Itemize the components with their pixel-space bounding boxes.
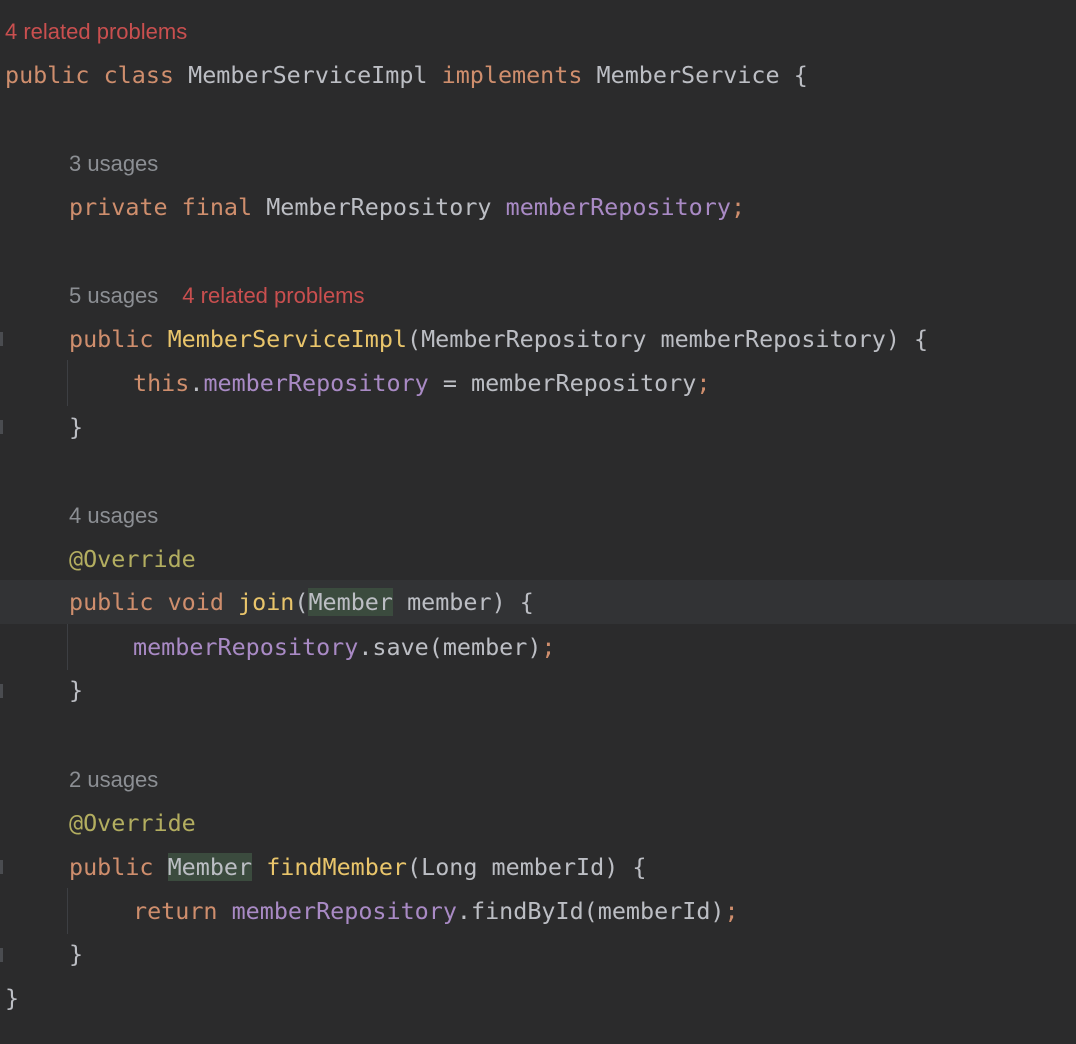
- code-line-close-brace[interactable]: }: [0, 932, 1076, 976]
- keyword-public: public: [69, 325, 154, 353]
- code-line-annotation[interactable]: @Override: [0, 801, 1076, 845]
- code-line-find-body[interactable]: return memberRepository.findById(memberI…: [0, 889, 1076, 933]
- ctor-inlay-hints: 5 usages 4 related problems: [0, 274, 1076, 318]
- field-reference: memberRepository: [203, 369, 429, 397]
- param-name: memberRepository: [660, 325, 886, 353]
- param-name: member: [407, 588, 492, 616]
- code-line-annotation[interactable]: @Override: [0, 537, 1076, 581]
- method-call: .save(member): [358, 633, 542, 661]
- code-line-class-close[interactable]: }: [0, 976, 1076, 1020]
- method-call: .findById(memberId): [456, 897, 725, 925]
- override-annotation: @Override: [69, 809, 196, 837]
- close-paren: ): [885, 325, 900, 353]
- field-reference: memberRepository: [231, 897, 457, 925]
- param-type: Long: [421, 853, 478, 881]
- open-brace: {: [914, 325, 929, 353]
- close-paren: ): [604, 853, 619, 881]
- semicolon: ;: [696, 369, 711, 397]
- semicolon: ;: [541, 633, 556, 661]
- field-type: MemberRepository: [266, 193, 492, 221]
- class-name: MemberServiceImpl: [188, 61, 428, 89]
- keyword-this: this: [133, 369, 190, 397]
- field-reference: memberRepository: [133, 633, 359, 661]
- class-inlay-hints: 4 related problems: [0, 10, 1076, 54]
- open-paren: (: [407, 853, 422, 881]
- method-name: join: [238, 588, 295, 616]
- interface-name: MemberService: [596, 61, 780, 89]
- keyword-private: private: [69, 193, 168, 221]
- field-name: memberRepository: [505, 193, 731, 221]
- open-paren: (: [294, 588, 309, 616]
- code-line-close-brace[interactable]: }: [0, 405, 1076, 449]
- code-line-join-declaration[interactable]: public void join(Member member) {: [0, 580, 1076, 624]
- param-type: MemberRepository: [421, 325, 647, 353]
- close-brace: }: [69, 676, 84, 704]
- usages-link[interactable]: 2 usages: [69, 767, 158, 792]
- semicolon: ;: [730, 193, 746, 221]
- code-editor[interactable]: 4 related problems public class MemberSe…: [0, 0, 1076, 1044]
- field-inlay-hints: 3 usages: [0, 142, 1076, 186]
- usages-link[interactable]: 3 usages: [69, 151, 158, 176]
- related-problems-link[interactable]: 4 related problems: [182, 283, 364, 308]
- keyword-return: return: [133, 897, 218, 925]
- param-reference: memberRepository: [471, 369, 697, 397]
- usages-link[interactable]: 5 usages: [69, 283, 158, 308]
- close-brace: }: [5, 984, 20, 1012]
- join-inlay-hints: 4 usages: [0, 494, 1076, 538]
- code-line-constructor-body[interactable]: this.memberRepository = memberRepository…: [0, 361, 1076, 405]
- keyword-final: final: [181, 193, 253, 221]
- code-line-close-brace[interactable]: }: [0, 668, 1076, 712]
- close-paren: ): [491, 588, 506, 616]
- keyword-public: public: [5, 61, 90, 89]
- open-paren: (: [407, 325, 422, 353]
- usages-link[interactable]: 4 usages: [69, 503, 158, 528]
- code-line-class-declaration[interactable]: public class MemberServiceImpl implement…: [0, 53, 1076, 97]
- code-line-field[interactable]: private final MemberRepository memberRep…: [0, 185, 1076, 229]
- keyword-void: void: [167, 588, 224, 616]
- dot: .: [189, 369, 204, 397]
- open-brace: {: [793, 61, 808, 89]
- find-inlay-hints: 2 usages: [0, 758, 1076, 802]
- return-type-highlighted: Member: [167, 853, 253, 881]
- open-brace: {: [519, 588, 534, 616]
- param-name: memberId: [491, 853, 605, 881]
- open-brace: {: [632, 853, 647, 881]
- keyword-class: class: [103, 61, 175, 89]
- override-annotation: @Override: [69, 545, 196, 573]
- param-type-highlighted: Member: [308, 588, 393, 616]
- code-line-constructor[interactable]: public MemberServiceImpl(MemberRepositor…: [0, 317, 1076, 361]
- keyword-public: public: [69, 588, 154, 616]
- code-line-join-body[interactable]: memberRepository.save(member);: [0, 625, 1076, 669]
- method-name: findMember: [266, 853, 408, 881]
- code-line-find-declaration[interactable]: public Member findMember(Long memberId) …: [0, 845, 1076, 889]
- close-brace: }: [69, 940, 84, 968]
- constructor-name: MemberServiceImpl: [167, 325, 407, 353]
- keyword-public: public: [69, 853, 154, 881]
- semicolon: ;: [724, 897, 739, 925]
- close-brace: }: [69, 413, 84, 441]
- keyword-implements: implements: [441, 61, 583, 89]
- related-problems-link[interactable]: 4 related problems: [5, 19, 187, 44]
- assign-operator: =: [428, 369, 472, 397]
